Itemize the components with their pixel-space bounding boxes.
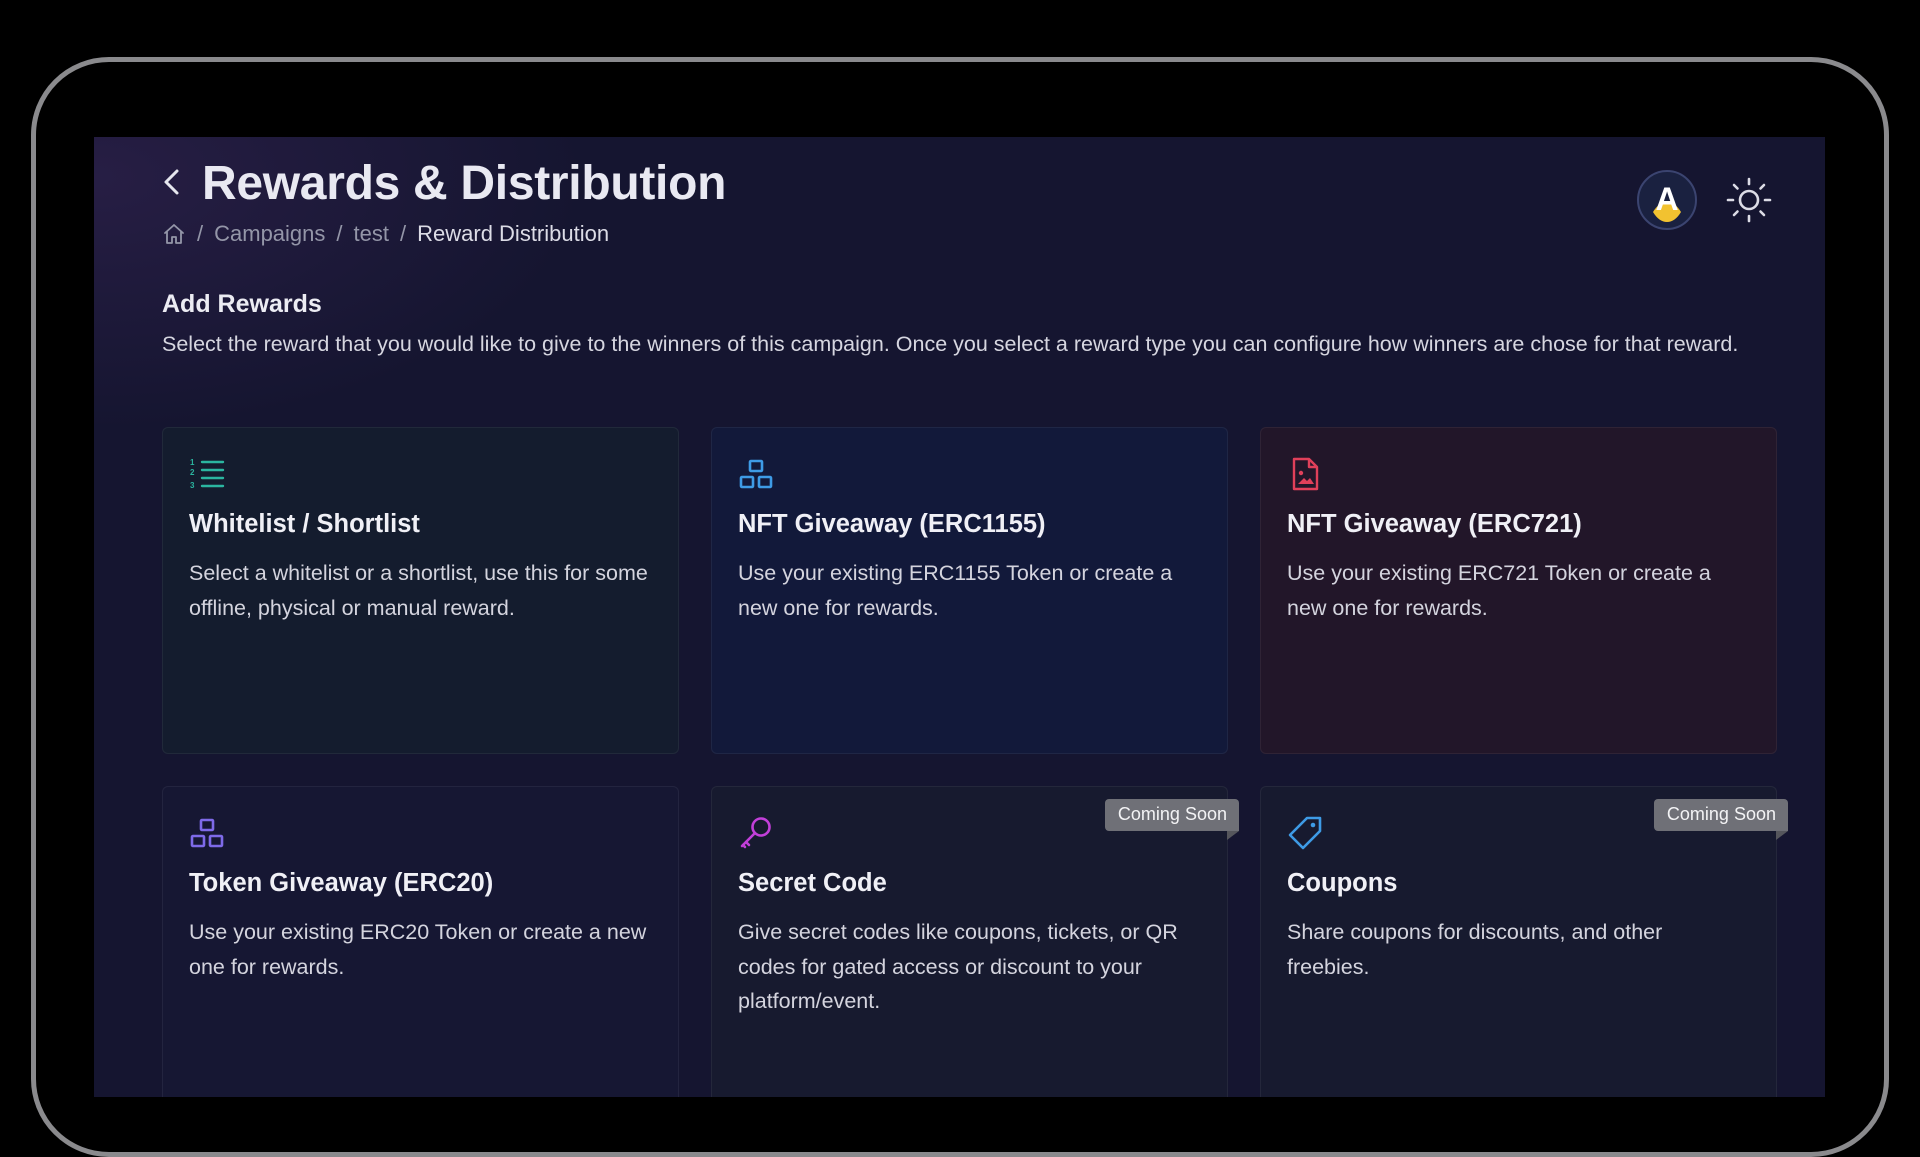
breadcrumb-separator: / <box>197 221 204 246</box>
avatar-letter: A <box>1655 181 1678 217</box>
card-title: Secret Code <box>738 869 887 897</box>
cubes-icon <box>739 459 773 489</box>
reward-card-whitelist[interactable]: 12 3 Whitelist / Shortlist Select a white… <box>162 427 679 754</box>
card-title: Token Giveaway (ERC20) <box>189 869 494 897</box>
breadcrumb-test[interactable]: test <box>354 221 389 247</box>
card-description: Select a whitelist or a shortlist, use t… <box>189 561 648 620</box>
avatar-logo-icon: A <box>1653 181 1681 222</box>
card-description: Share coupons for discounts, and other f… <box>1287 920 1663 979</box>
reward-card-coupons[interactable]: Coupons Share coupons for discounts, and… <box>1260 786 1789 1097</box>
svg-text:3: 3 <box>190 481 195 490</box>
section-description: Select the reward that you would like to… <box>162 332 1739 356</box>
back-arrow-icon[interactable] <box>160 167 184 197</box>
numbered-list-icon: 12 3 <box>190 458 225 490</box>
coming-soon-badge: Coming Soon <box>1104 799 1240 840</box>
theme-toggle-sun-icon[interactable] <box>1724 175 1774 225</box>
svg-text:2: 2 <box>190 468 195 477</box>
card-title: NFT Giveaway (ERC1155) <box>738 510 1046 538</box>
breadcrumb-separator: / <box>400 221 407 246</box>
home-icon[interactable] <box>162 222 186 246</box>
section-title: Add Rewards <box>162 290 322 318</box>
card-description: Give secret codes like coupons, tickets,… <box>738 920 1178 1013</box>
card-description: Use your existing ERC1155 Token or creat… <box>738 561 1173 620</box>
cubes-icon <box>190 818 224 848</box>
card-description: Use your existing ERC721 Token or create… <box>1287 561 1711 620</box>
coming-soon-badge: Coming Soon <box>1653 799 1789 840</box>
tag-icon <box>1288 816 1322 850</box>
reward-card-secret-code[interactable]: Secret Code Give secret codes like coupo… <box>711 786 1240 1097</box>
image-file-icon <box>1292 457 1319 491</box>
breadcrumb-campaigns[interactable]: Campaigns <box>214 221 325 247</box>
reward-card-token-erc20[interactable]: Token Giveaway (ERC20) Use your existing… <box>162 786 679 1097</box>
breadcrumb-current: Reward Distribution <box>417 221 610 246</box>
app-screen: Rewards & Distribution / Campaigns / tes… <box>94 137 1825 1097</box>
card-title: Coupons <box>1287 869 1398 897</box>
reward-card-nft-erc721[interactable]: NFT Giveaway (ERC721) Use your existing … <box>1260 427 1777 754</box>
breadcrumb: / Campaigns / test / Reward Distribution <box>162 221 609 247</box>
reward-card-nft-erc1155[interactable]: NFT Giveaway (ERC1155) Use your existing… <box>711 427 1228 754</box>
page-title: Rewards & Distribution <box>202 157 727 210</box>
card-title: Whitelist / Shortlist <box>189 510 420 538</box>
card-title: NFT Giveaway (ERC721) <box>1287 510 1582 538</box>
key-icon <box>740 817 771 849</box>
user-avatar[interactable]: A <box>1637 170 1697 230</box>
svg-text:1: 1 <box>190 458 195 467</box>
breadcrumb-separator: / <box>336 221 343 246</box>
card-description: Use your existing ERC20 Token or create … <box>189 920 647 979</box>
